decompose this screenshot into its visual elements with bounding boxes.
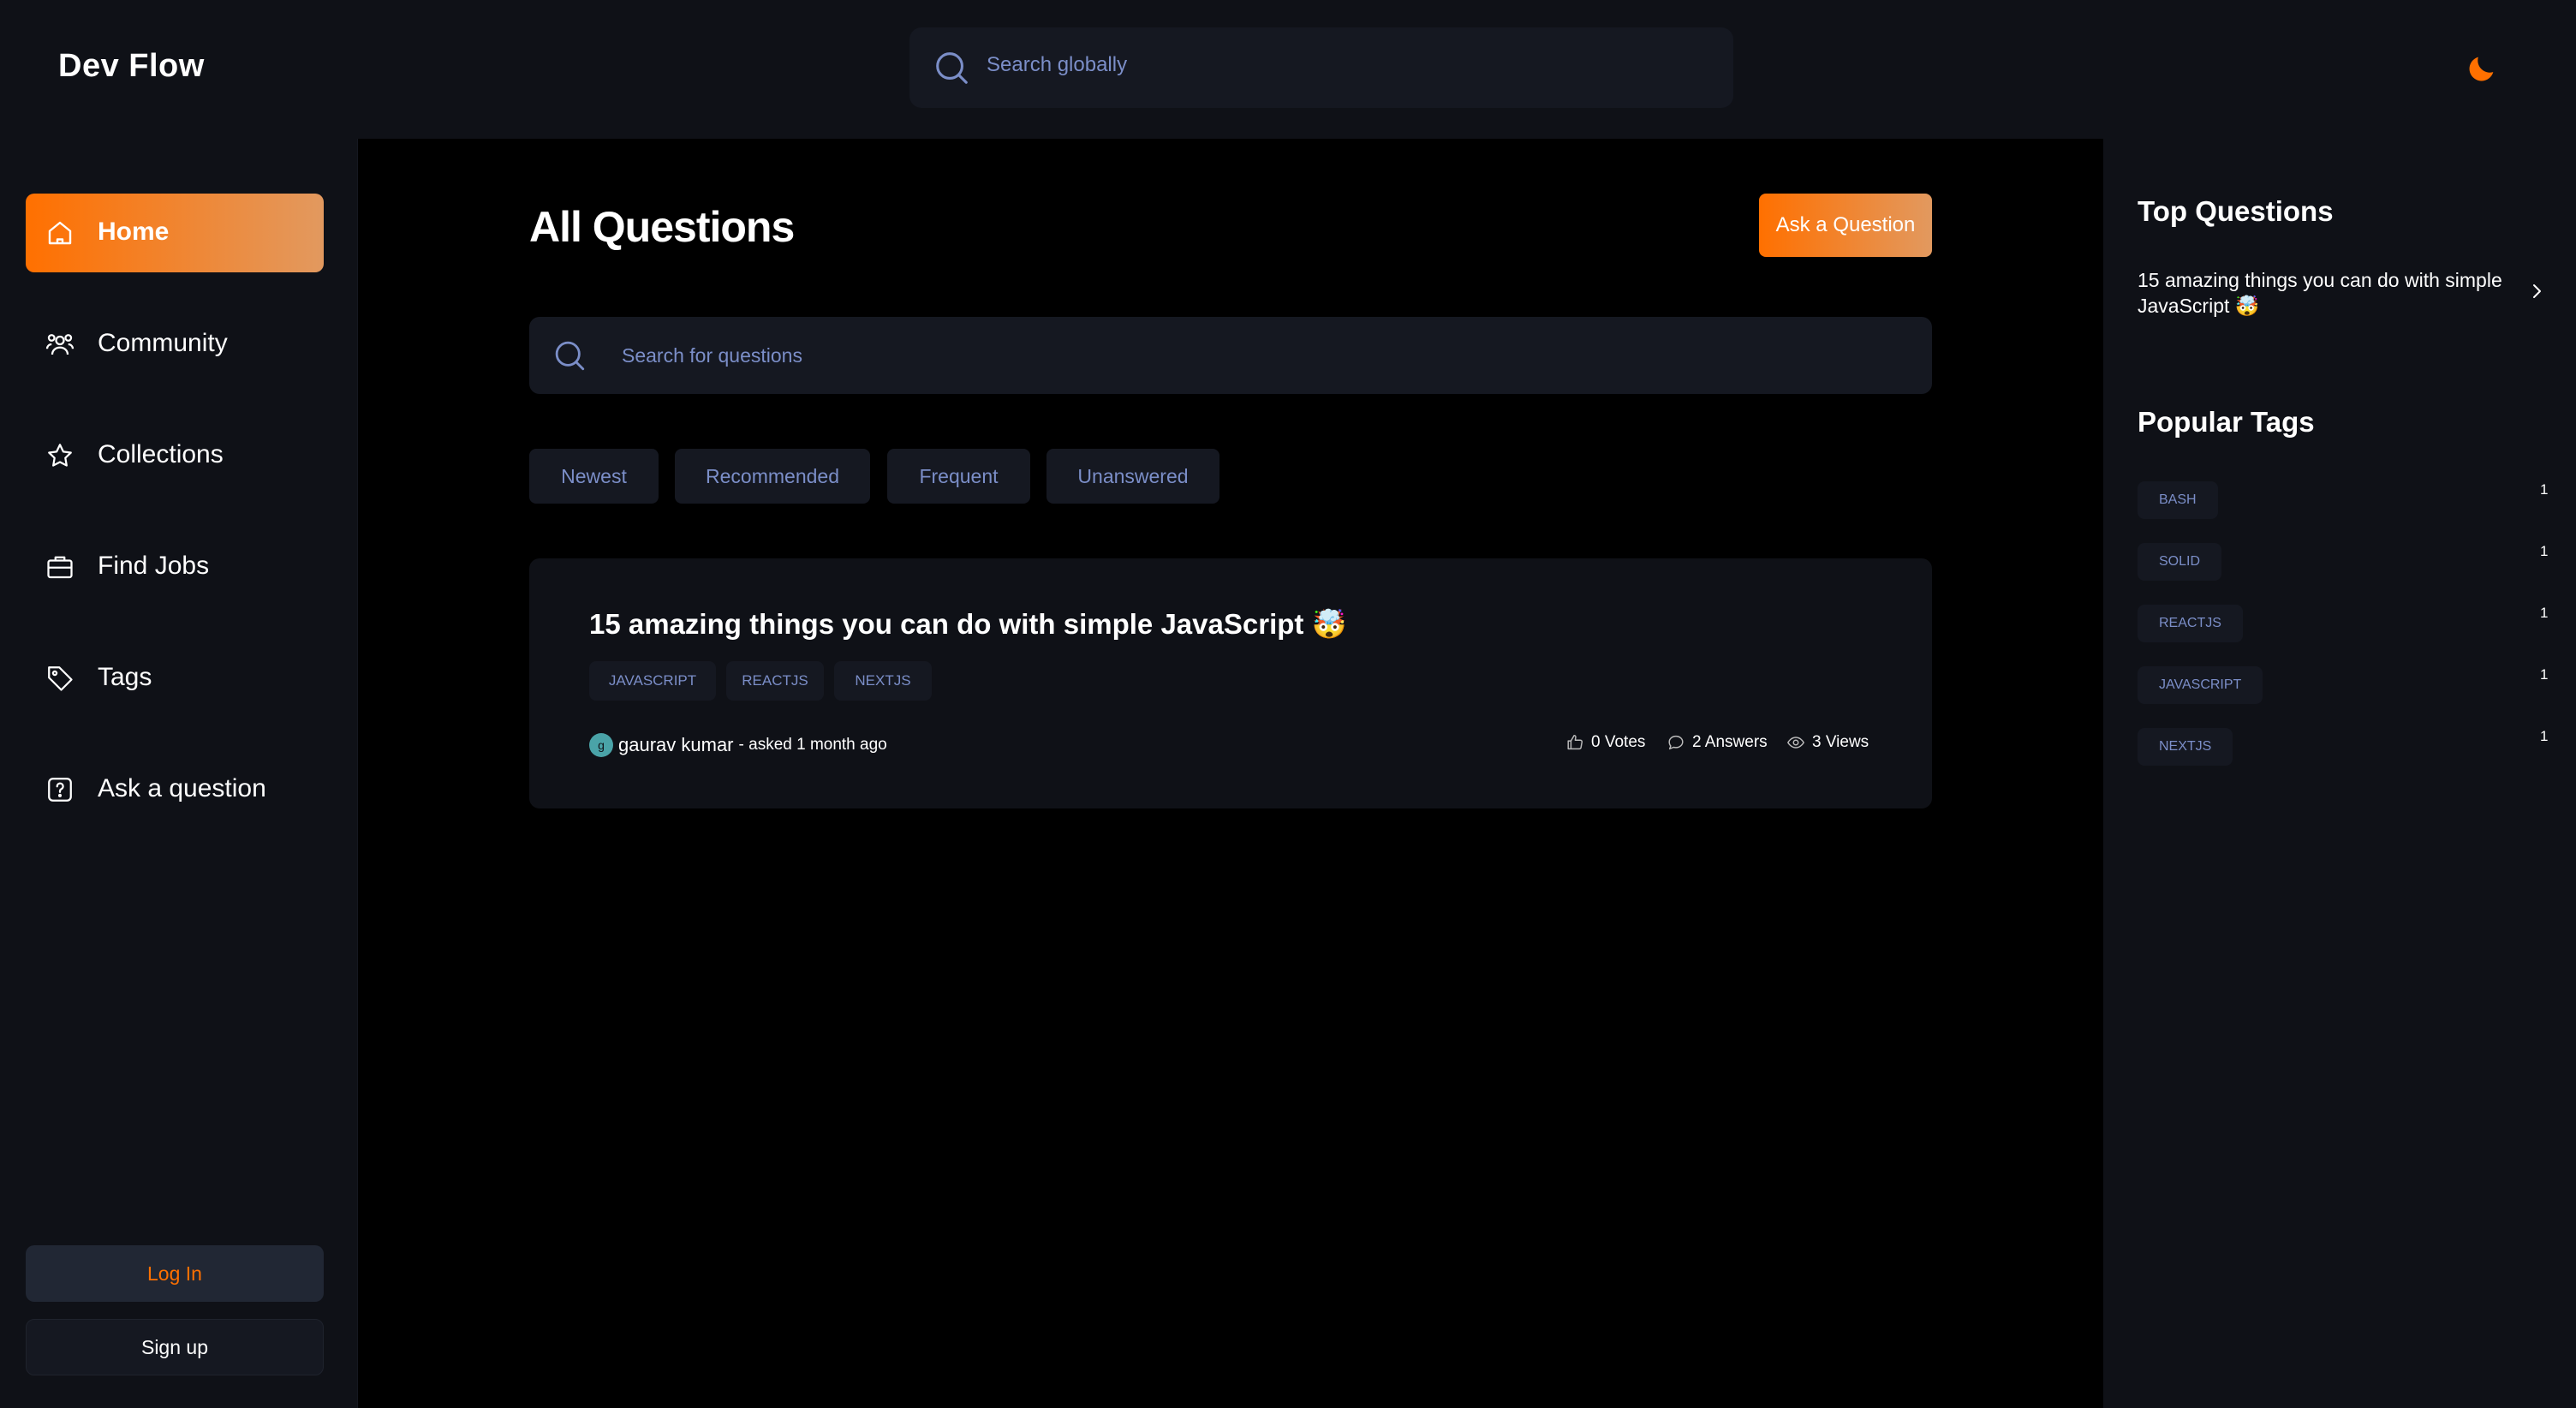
message-icon: [1668, 735, 1684, 750]
ask-question-button[interactable]: Ask a Question: [1759, 194, 1932, 257]
sidebar-item-find-jobs[interactable]: Find Jobs: [26, 528, 324, 606]
question-author[interactable]: g gaurav kumar - asked 1 month ago: [589, 733, 887, 757]
chevron-right-icon[interactable]: [2526, 281, 2547, 301]
question-tag[interactable]: nextjs: [834, 661, 932, 701]
sidebar-item-label: Collections: [98, 440, 224, 468]
briefcase-icon: [47, 556, 73, 579]
popular-tag-count: 1: [2540, 605, 2549, 621]
top-question-link[interactable]: 15 amazing things you can do with simple…: [2138, 267, 2514, 319]
votes-count: 0 Votes: [1591, 733, 1646, 751]
sidebar-item-label: Ask a question: [98, 774, 266, 802]
question-title[interactable]: 15 amazing things you can do with simple…: [589, 608, 1347, 641]
sidebar-item-community[interactable]: Community: [26, 305, 324, 384]
popular-tag[interactable]: javascript: [2138, 666, 2263, 704]
filter-newest[interactable]: Newest: [529, 449, 659, 504]
sidebar-item-label: Home: [98, 218, 170, 246]
home-icon: [48, 221, 72, 245]
moon-icon[interactable]: [2465, 51, 2499, 86]
filter-unanswered[interactable]: Unanswered: [1046, 449, 1219, 504]
search-icon: [555, 341, 585, 371]
asked-time: - asked 1 month ago: [738, 736, 887, 754]
sidebar-item-label: Community: [98, 329, 228, 357]
global-search-bar[interactable]: Search globally: [909, 27, 1733, 108]
question-search-bar[interactable]: Search for questions: [529, 317, 1932, 394]
popular-tag[interactable]: nextjs: [2138, 728, 2233, 766]
sidebar-item-tags[interactable]: Tags: [26, 639, 324, 718]
answers-count: 2 Answers: [1692, 733, 1768, 751]
page-title: All Questions: [529, 203, 795, 251]
top-navbar: Dev Flow Search globally: [0, 0, 2576, 139]
popular-tag-count: 1: [2540, 543, 2549, 559]
tag-icon: [48, 666, 73, 691]
question-search-input[interactable]: Search for questions: [622, 344, 802, 367]
sidebar-item-collections[interactable]: Collections: [26, 416, 324, 495]
right-sidebar: Top Questions 15 amazing things you can …: [2103, 139, 2576, 1408]
popular-tags-title: Popular Tags: [2138, 406, 2315, 438]
star-icon: [48, 444, 72, 467]
question-icon: [48, 778, 72, 802]
popular-tag-count: 1: [2540, 481, 2549, 498]
views-count: 3 Views: [1812, 733, 1869, 751]
global-search-input[interactable]: Search globally: [987, 53, 1127, 77]
sidebar-item-label: Tags: [98, 663, 152, 691]
avatar: g: [589, 733, 613, 757]
question-card: 15 amazing things you can do with simple…: [529, 558, 1932, 808]
popular-tag[interactable]: bash: [2138, 481, 2218, 519]
thumbs-up-icon: [1567, 735, 1583, 750]
popular-tag[interactable]: solid: [2138, 543, 2222, 581]
sidebar-item-label: Find Jobs: [98, 552, 210, 580]
question-tag[interactable]: javascript: [589, 661, 716, 701]
search-icon: [936, 52, 968, 84]
top-questions-title: Top Questions: [2138, 195, 2334, 227]
filter-frequent[interactable]: Frequent: [887, 449, 1030, 504]
signup-button[interactable]: Sign up: [26, 1319, 324, 1375]
popular-tag[interactable]: reactjs: [2138, 605, 2243, 642]
eye-icon: [1786, 737, 1805, 749]
popular-tag-count: 1: [2540, 666, 2549, 683]
question-tag[interactable]: reactjs: [726, 661, 824, 701]
sidebar-item-home[interactable]: Home: [26, 194, 324, 272]
users-icon: [45, 334, 75, 355]
answers-metric: 2 Answers: [1667, 733, 1768, 752]
author-name[interactable]: gaurav kumar: [618, 734, 734, 756]
filter-recommended[interactable]: Recommended: [675, 449, 870, 504]
sidebar-item-ask-question[interactable]: Ask a question: [26, 750, 324, 829]
app-logo[interactable]: Dev Flow: [58, 48, 205, 85]
views-metric: 3 Views: [1786, 733, 1869, 752]
login-button[interactable]: Log In: [26, 1245, 324, 1302]
votes-metric: 0 Votes: [1565, 733, 1645, 752]
popular-tag-count: 1: [2540, 728, 2549, 744]
